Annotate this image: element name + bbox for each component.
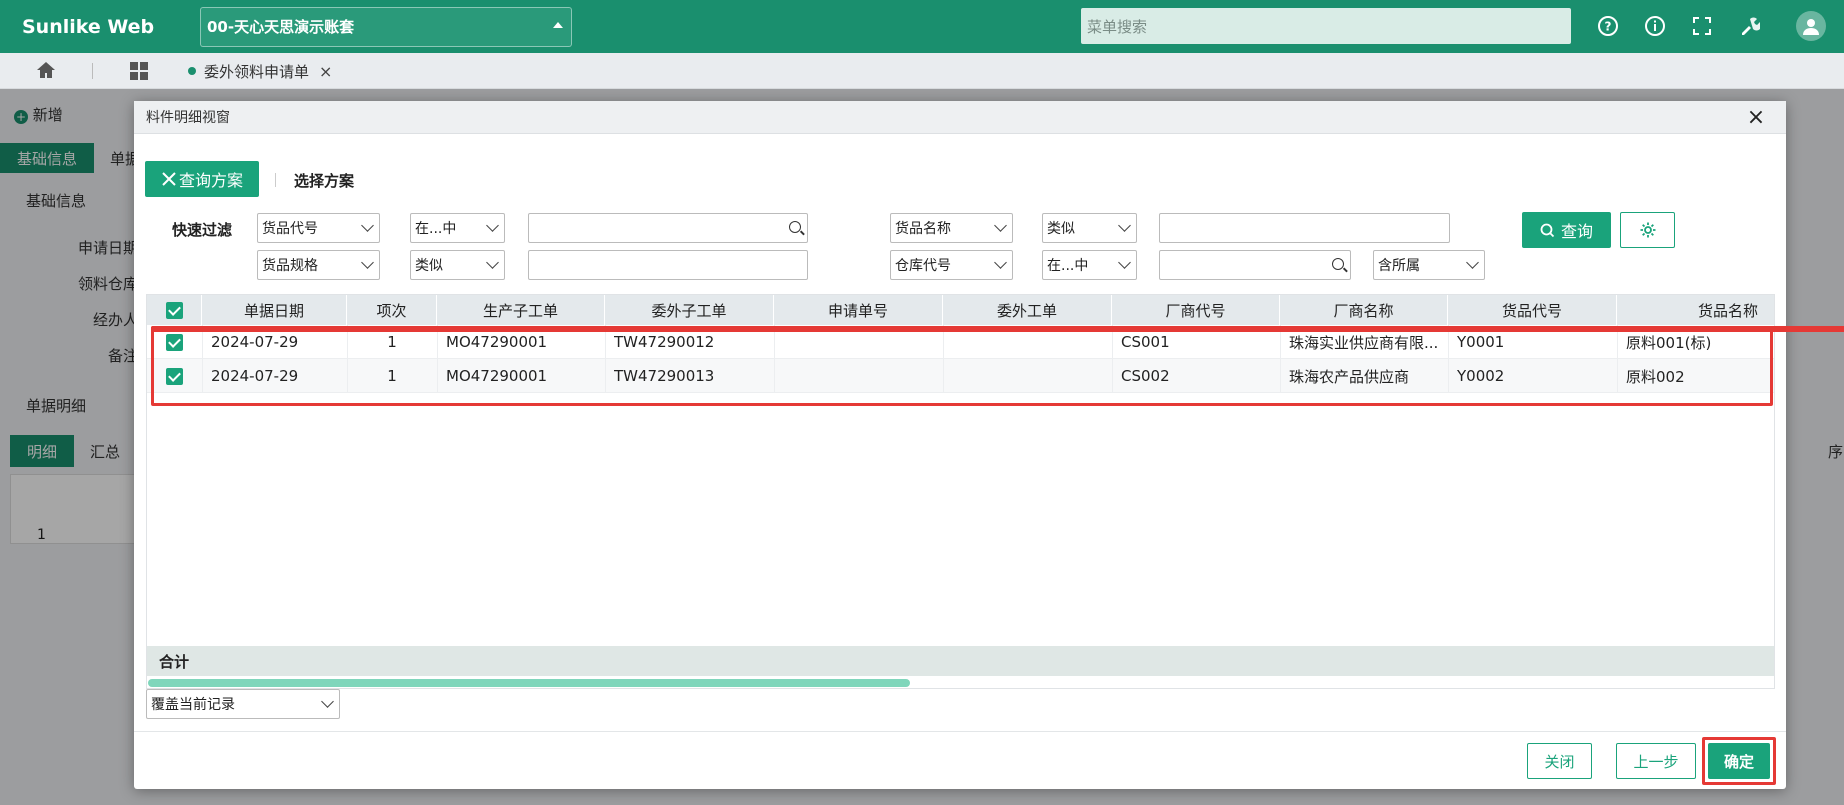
brand-logo: Sunlike Web: [22, 15, 155, 38]
info-icon[interactable]: [1641, 12, 1669, 40]
account-select[interactable]: 00-天心天思演示账套: [200, 6, 572, 47]
tools-icon[interactable]: [1735, 12, 1763, 40]
help-circle-icon[interactable]: ?: [1594, 12, 1622, 40]
chevron-down-icon: [994, 256, 1007, 269]
search-button[interactable]: 查询: [1522, 212, 1611, 248]
col-vendor-code[interactable]: 厂商代号: [1112, 295, 1280, 325]
chevron-down-icon: [1118, 256, 1131, 269]
tab-label: 委外领料申请单: [204, 62, 310, 81]
user-avatar-icon[interactable]: [1796, 11, 1826, 41]
filter-field-value: 仓库代号: [895, 258, 951, 274]
close-button[interactable]: 关闭: [1527, 743, 1592, 779]
dialog-close-icon[interactable]: ×: [1744, 105, 1768, 130]
col-outsource-order[interactable]: 委外工单: [943, 295, 1112, 325]
chevron-down-icon: [361, 219, 374, 232]
filter-value-input-4[interactable]: [1159, 250, 1351, 280]
chevron-down-icon: [361, 256, 374, 269]
divider: [275, 173, 276, 187]
filter-op-value: 在...中: [1047, 258, 1089, 274]
query-plan-button[interactable]: 查询方案: [145, 161, 259, 197]
filter-op-select-1[interactable]: 在...中: [410, 213, 505, 243]
filter-op-value: 在...中: [415, 221, 457, 237]
caret-up-icon: [553, 21, 563, 28]
col-outsource-sub-order[interactable]: 委外子工单: [605, 295, 774, 325]
cover-mode-value: 覆盖当前记录: [151, 697, 235, 713]
col-item-name[interactable]: 货品名称: [1617, 295, 1774, 325]
filter-op-value: 类似: [415, 258, 443, 274]
filter-field-select-2[interactable]: 货品名称: [890, 213, 1013, 243]
confirm-button[interactable]: 确定: [1708, 743, 1770, 779]
chevron-down-icon: [486, 256, 499, 269]
selected-rows-highlight: [151, 326, 1773, 406]
select-plan-link[interactable]: 选择方案: [294, 170, 354, 191]
filter-op-select-2[interactable]: 类似: [1042, 213, 1137, 243]
fullscreen-icon[interactable]: [1688, 12, 1716, 40]
search-icon: [789, 221, 801, 233]
chevron-down-icon: [486, 219, 499, 232]
col-item-code[interactable]: 货品代号: [1448, 295, 1617, 325]
tab-outsource-requisition[interactable]: 委外领料申请单 ×: [188, 53, 332, 89]
query-plan-label: 查询方案: [178, 171, 243, 190]
account-label: 00-天心天思演示账套: [207, 18, 355, 36]
chevron-down-icon: [1118, 219, 1131, 232]
filter-field-value: 货品名称: [895, 221, 951, 237]
menu-search-input[interactable]: 菜单搜索: [1081, 8, 1571, 44]
total-row: [147, 646, 1774, 676]
filter-field-value: 货品代号: [262, 221, 318, 237]
search-button-label: 查询: [1560, 222, 1593, 241]
dialog-header: 料件明细视窗 ×: [134, 101, 1786, 134]
grid-header: 单据日期 项次 生产子工单 委外子工单 申请单号 委外工单 厂商代号 厂商名称 …: [147, 295, 1774, 325]
horizontal-scrollbar[interactable]: [148, 679, 910, 687]
apps-icon[interactable]: [130, 62, 148, 84]
filter-field-select-4[interactable]: 仓库代号: [890, 250, 1013, 280]
cover-mode-select[interactable]: 覆盖当前记录: [146, 689, 340, 719]
gear-icon: [1640, 222, 1655, 238]
select-all-checkbox[interactable]: [147, 295, 202, 325]
checkbox-checked-icon: [165, 301, 183, 319]
chevron-down-icon: [994, 219, 1007, 232]
col-item-no[interactable]: 项次: [347, 295, 437, 325]
dialog-title: 料件明细视窗: [146, 110, 230, 126]
top-bar: Sunlike Web 00-天心天思演示账套 菜单搜索 ?: [0, 0, 1844, 53]
prev-step-button[interactable]: 上一步: [1616, 743, 1696, 779]
active-dot-icon: [188, 67, 196, 75]
dialog-footer-divider: [134, 731, 1786, 732]
filter-field-value: 货品规格: [262, 258, 318, 274]
col-request-no[interactable]: 申请单号: [774, 295, 943, 325]
filter-value-input-1[interactable]: [528, 213, 808, 243]
divider: [92, 63, 93, 79]
include-subordinate-select[interactable]: 含所属: [1373, 250, 1485, 280]
col-doc-date[interactable]: 单据日期: [202, 295, 347, 325]
tab-close-icon[interactable]: ×: [319, 62, 332, 81]
col-production-sub-order[interactable]: 生产子工单: [437, 295, 605, 325]
total-label: 合计: [159, 652, 190, 671]
filter-value-input-3[interactable]: [528, 250, 808, 280]
filter-op-select-4[interactable]: 在...中: [1042, 250, 1137, 280]
search-icon: [1540, 223, 1555, 237]
svg-text:?: ?: [1605, 20, 1612, 34]
tools-cross-icon: [162, 172, 176, 186]
chevron-down-icon: [321, 695, 334, 708]
filter-field-select-3[interactable]: 货品规格: [257, 250, 380, 280]
search-icon: [1332, 258, 1344, 270]
material-detail-dialog: 料件明细视窗 × 查询方案 选择方案 快速过滤 货品代号 在...中 货品名称 …: [134, 101, 1844, 789]
filter-op-select-3[interactable]: 类似: [410, 250, 505, 280]
filter-field-select-1[interactable]: 货品代号: [257, 213, 380, 243]
col-vendor-name[interactable]: 厂商名称: [1280, 295, 1448, 325]
home-icon[interactable]: [36, 61, 56, 83]
quick-filter-label: 快速过滤: [172, 221, 233, 239]
filter-op-value: 类似: [1047, 221, 1075, 237]
settings-button[interactable]: [1620, 212, 1675, 248]
chevron-down-icon: [1466, 256, 1479, 269]
tab-row: 委外领料申请单 ×: [0, 53, 1844, 89]
include-subordinate-value: 含所属: [1378, 258, 1420, 274]
filter-value-input-2[interactable]: [1159, 213, 1450, 243]
